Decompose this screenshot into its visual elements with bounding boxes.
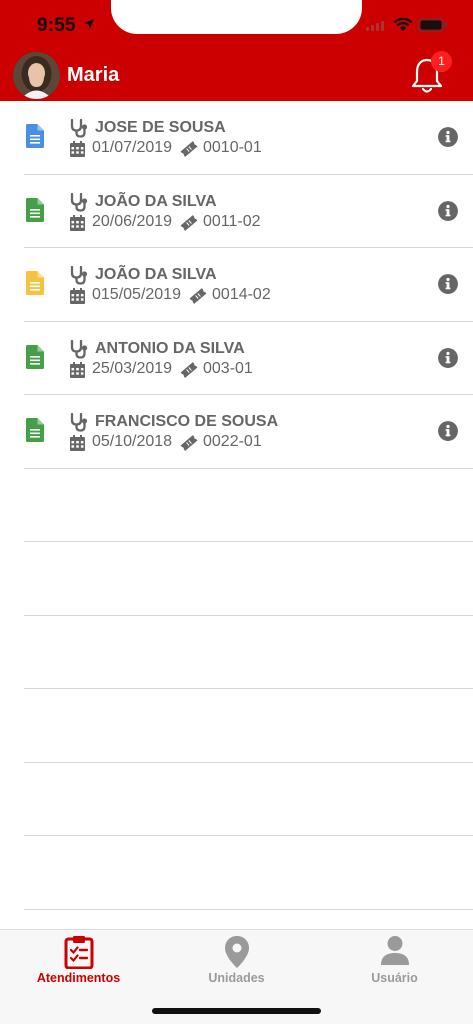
document-icon bbox=[26, 418, 44, 442]
doctor-name: ANTONIO DA SILVA bbox=[95, 339, 245, 357]
ticket-icon bbox=[180, 435, 198, 451]
cellular-signal-icon bbox=[366, 21, 384, 31]
document-icon bbox=[26, 344, 44, 369]
doctor-name: JOÃO DA SILVA bbox=[95, 192, 217, 210]
calendar-icon bbox=[70, 435, 85, 451]
appointments-list: JOSE DE SOUSA 01/07/2019 0010-01 JOÃO DA… bbox=[0, 101, 473, 910]
doctor-name: JOSE DE SOUSA bbox=[95, 119, 226, 136]
stethoscope-icon bbox=[70, 192, 88, 212]
notification-badge: 1 bbox=[431, 51, 452, 72]
location-arrow-icon bbox=[84, 19, 94, 29]
status-time: 9:55 bbox=[37, 15, 76, 36]
home-indicator bbox=[152, 1008, 321, 1014]
info-icon[interactable] bbox=[438, 347, 458, 368]
appointment-row[interactable]: JOÃO DA SILVA 20/06/2019 0011-02 bbox=[24, 175, 473, 248]
user-icon bbox=[380, 936, 409, 965]
appointment-code: 0011-02 bbox=[203, 212, 261, 230]
tab-label: Unidades bbox=[208, 971, 265, 985]
doctor-name: FRANCISCO DE SOUSA bbox=[95, 413, 279, 430]
ticket-icon bbox=[189, 288, 207, 304]
info-icon[interactable] bbox=[438, 200, 458, 221]
appointment-date: 05/10/2018 bbox=[92, 433, 173, 450]
clipboard-check-icon bbox=[64, 936, 93, 969]
calendar-icon bbox=[70, 141, 85, 157]
ticket-icon bbox=[180, 141, 198, 157]
avatar-image bbox=[13, 52, 60, 99]
empty-row bbox=[24, 542, 473, 616]
info-icon[interactable] bbox=[438, 274, 458, 294]
stethoscope-icon bbox=[70, 339, 88, 359]
calendar-icon bbox=[70, 361, 85, 378]
calendar-icon bbox=[70, 214, 85, 231]
tab-label: Usuário bbox=[371, 971, 418, 985]
status-bar: 9:55 bbox=[0, 0, 473, 50]
appointment-row[interactable]: FRANCISCO DE SOUSA 05/10/2018 0022-01 bbox=[24, 395, 473, 469]
appointment-row[interactable]: JOÃO DA SILVA 015/05/2019 0014-02 bbox=[24, 248, 473, 322]
tab-atendimentos[interactable]: Atendimentos bbox=[0, 930, 157, 990]
appointment-row[interactable]: ANTONIO DA SILVA 25/03/2019 003-01 bbox=[24, 322, 473, 395]
calendar-icon bbox=[70, 288, 85, 304]
ticket-icon bbox=[180, 214, 198, 231]
device-notch bbox=[111, 0, 362, 34]
appointment-date: 20/06/2019 bbox=[92, 212, 173, 230]
appointment-date: 015/05/2019 bbox=[92, 286, 181, 303]
tab-usuario[interactable]: Usuário bbox=[316, 930, 473, 990]
empty-row bbox=[24, 836, 473, 910]
appointment-code: 0010-01 bbox=[203, 139, 262, 156]
document-icon bbox=[26, 197, 44, 222]
ticket-icon bbox=[180, 361, 198, 378]
empty-row bbox=[24, 469, 473, 542]
appointment-code: 0022-01 bbox=[203, 433, 262, 450]
info-icon[interactable] bbox=[438, 421, 458, 441]
battery-icon bbox=[418, 18, 447, 32]
document-icon bbox=[26, 271, 44, 295]
wifi-icon bbox=[393, 17, 413, 31]
appointment-code: 003-01 bbox=[203, 359, 253, 377]
stethoscope-icon bbox=[70, 266, 88, 285]
empty-row bbox=[24, 763, 473, 836]
appointment-row[interactable]: JOSE DE SOUSA 01/07/2019 0010-01 bbox=[24, 101, 473, 175]
tab-unidades[interactable]: Unidades bbox=[158, 930, 315, 990]
document-icon bbox=[26, 124, 44, 148]
appointment-date: 25/03/2019 bbox=[92, 359, 173, 377]
user-name[interactable]: Maria bbox=[67, 64, 119, 87]
appointment-code: 0014-02 bbox=[212, 286, 271, 303]
appointment-date: 01/07/2019 bbox=[92, 139, 173, 156]
avatar[interactable] bbox=[13, 52, 60, 99]
empty-row bbox=[24, 616, 473, 689]
stethoscope-icon bbox=[70, 413, 88, 432]
empty-row bbox=[24, 689, 473, 763]
doctor-name: JOÃO DA SILVA bbox=[95, 266, 217, 283]
stethoscope-icon bbox=[70, 119, 88, 138]
tab-label: Atendimentos bbox=[36, 971, 121, 985]
map-pin-icon bbox=[224, 936, 249, 968]
info-icon[interactable] bbox=[438, 127, 458, 147]
app-header: 9:55 Maria 1 bbox=[0, 0, 473, 101]
